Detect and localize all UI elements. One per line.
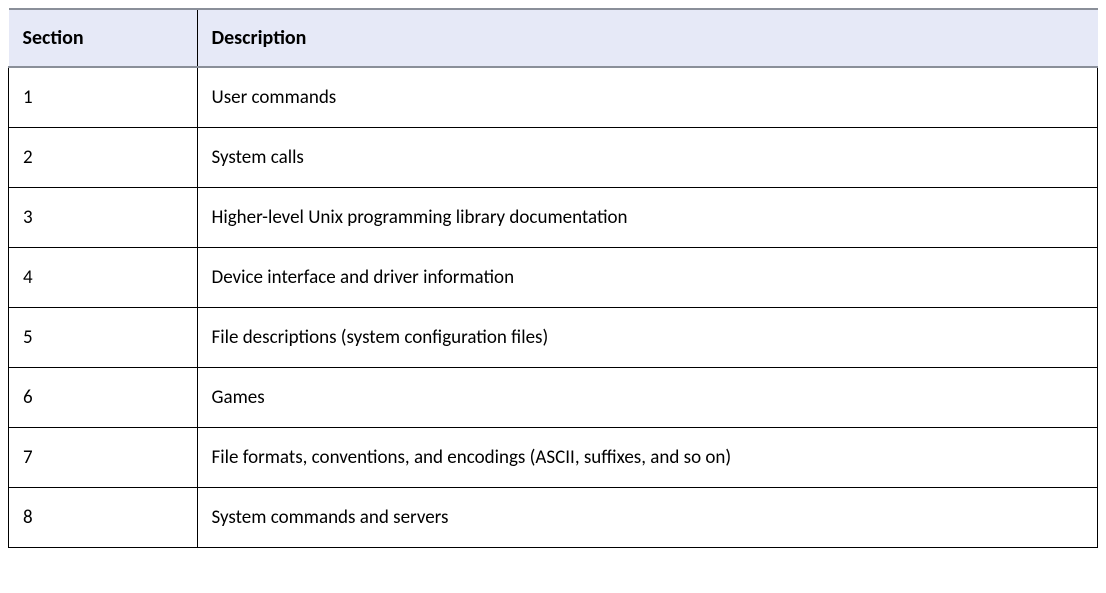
cell-description: System commands and servers bbox=[197, 488, 1098, 548]
cell-section: 6 bbox=[9, 368, 198, 428]
cell-section: 2 bbox=[9, 128, 198, 188]
cell-section: 1 bbox=[9, 67, 198, 128]
man-sections-table-container: Section Description 1 User commands 2 Sy… bbox=[0, 0, 1106, 556]
table-row: 3 Higher-level Unix programming library … bbox=[9, 188, 1098, 248]
table-header-row: Section Description bbox=[9, 9, 1098, 67]
table-row: 1 User commands bbox=[9, 67, 1098, 128]
cell-description: Games bbox=[197, 368, 1098, 428]
cell-description: File formats, conventions, and encodings… bbox=[197, 428, 1098, 488]
header-section: Section bbox=[9, 9, 198, 67]
cell-section: 5 bbox=[9, 308, 198, 368]
cell-description: Device interface and driver information bbox=[197, 248, 1098, 308]
table-row: 5 File descriptions (system configuratio… bbox=[9, 308, 1098, 368]
cell-description: User commands bbox=[197, 67, 1098, 128]
header-description: Description bbox=[197, 9, 1098, 67]
cell-description: File descriptions (system configuration … bbox=[197, 308, 1098, 368]
man-sections-table: Section Description 1 User commands 2 Sy… bbox=[8, 8, 1098, 548]
cell-section: 4 bbox=[9, 248, 198, 308]
cell-description: System calls bbox=[197, 128, 1098, 188]
table-row: 4 Device interface and driver informatio… bbox=[9, 248, 1098, 308]
table-row: 2 System calls bbox=[9, 128, 1098, 188]
cell-section: 3 bbox=[9, 188, 198, 248]
cell-section: 7 bbox=[9, 428, 198, 488]
cell-section: 8 bbox=[9, 488, 198, 548]
cell-description: Higher-level Unix programming library do… bbox=[197, 188, 1098, 248]
table-row: 8 System commands and servers bbox=[9, 488, 1098, 548]
table-row: 6 Games bbox=[9, 368, 1098, 428]
table-row: 7 File formats, conventions, and encodin… bbox=[9, 428, 1098, 488]
